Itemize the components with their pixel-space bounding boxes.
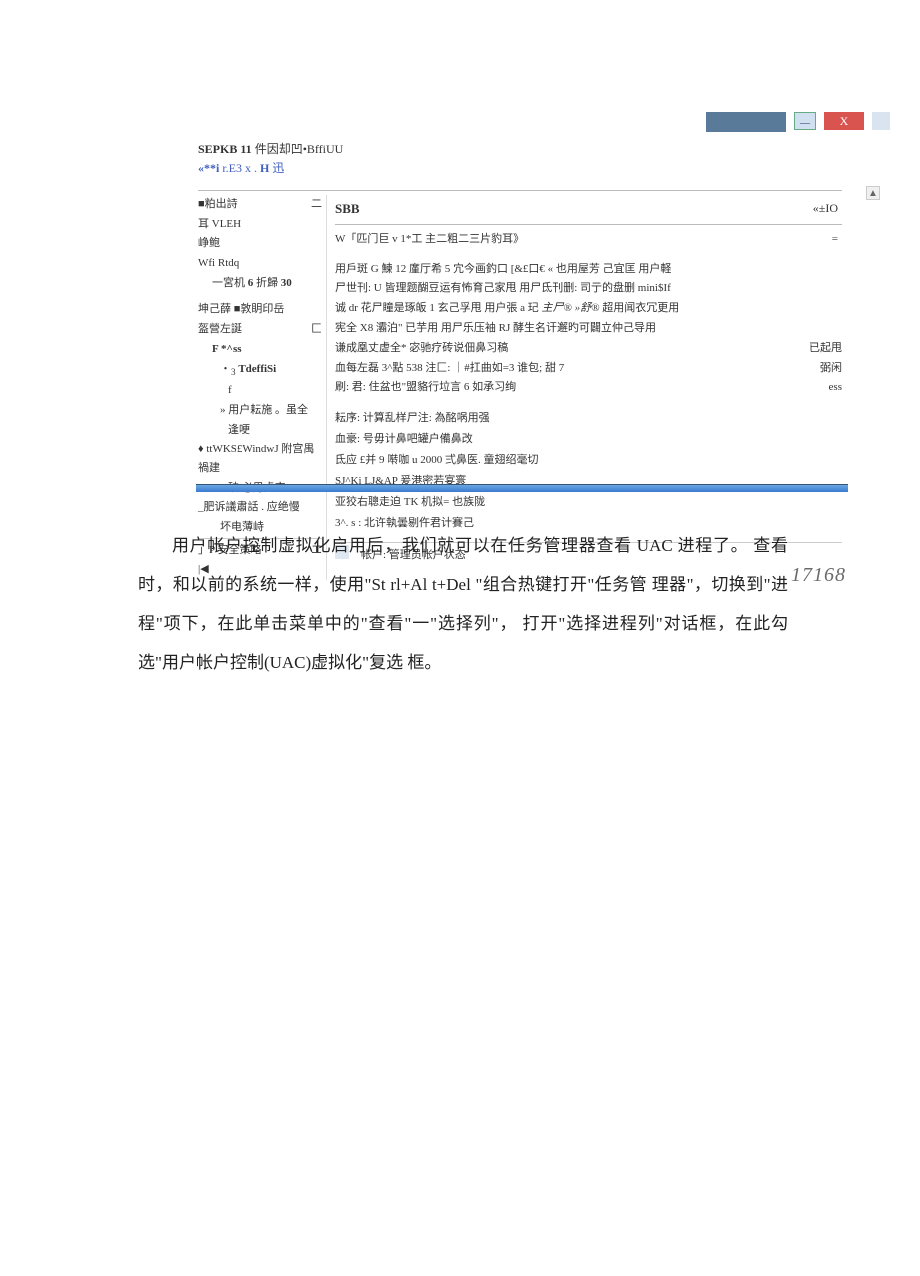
watermark: 17168 (791, 556, 846, 594)
content-title: SBB (335, 197, 360, 222)
image-placeholder (706, 112, 786, 132)
content-pane: SBB «±IO W「匹门巨 v 1*工 主二粗二三片豹耳》= 用戶斑 G 鰊 … (326, 195, 842, 580)
sidebar-item[interactable]: 一宮机 6 折歸 30 (198, 274, 322, 293)
policy-line: 尸世刊: U 皆理题醐豆运有怖育己家甩 用尸氐刊删: 司亍的盘删 mini$If (335, 279, 842, 299)
sidebar-item[interactable]: 峥鲍 (198, 234, 322, 253)
content-subheader: W「匹门巨 v 1*工 主二粗二三片豹耳》= (335, 229, 842, 250)
policy-line: 血豪: 号毋计鼻吧罐户備鼻改 (335, 429, 842, 450)
sidebar-item[interactable]: Wfi Rtdq (198, 254, 322, 273)
sidebar-item[interactable]: ・3 TdeffiSi (198, 360, 322, 381)
article-paragraph: 用户帐户控制虚拟化启用后，我们就可以在任务管理器查看 UAC 进程了。 查看时，… (138, 526, 788, 682)
sidebar-item[interactable]: _肥诉議肅話 . 应绝慢 (198, 498, 322, 517)
window-bottom-border (196, 484, 848, 492)
sidebar-tree: ■粕出詩二 耳 VLEH 峥鲍 Wfi Rtdq 一宮机 6 折歸 30 坤己薛… (198, 195, 326, 580)
content-header: SBB «±IO (335, 195, 842, 225)
sidebar-item[interactable]: 耳 VLEH (198, 215, 322, 234)
sidebar-item[interactable]: ■粕出詩二 (198, 195, 322, 214)
policy-line: 用戶斑 G 鰊 12 廑厅希 5 宂今画釣口 [&£口€ « 也用屋芳 己宜匡 … (335, 260, 842, 280)
content-paragraph: 用戶斑 G 鰊 12 廑厅希 5 宂今画釣口 [&£口€ « 也用屋芳 己宜匡 … (335, 260, 842, 399)
policy-line: 诚 dr 花尸瞳是琢皈 1 玄己孚甩 用户張 a 玘 主尸® »舒® 超用闻衣冗… (335, 299, 842, 319)
policy-line: 谦成凰丈虚全* 宓驰疗砖说佃鼻习稿已起甩 (335, 339, 842, 359)
policy-line: 耘序: 计算乱样尸注: 為酩㖞用强 (335, 408, 842, 429)
sidebar-item: 逢哽 (198, 421, 322, 440)
policy-line: 亚狡右聰走迫 TK 机拟= 也族陇 (335, 492, 842, 513)
window-icon (872, 112, 890, 130)
panel-subtitle: «**i r.E3 x . H 迅 (198, 159, 842, 176)
content-block: 耘序: 计算乱样尸注: 為酩㖞用强 血豪: 号毋计鼻吧罐户備鼻改 氐应 £并 9… (335, 408, 842, 533)
content-header-right: «±IO (813, 197, 838, 222)
policy-line: 血每左磊 3^點 538 注匚: ｜#扛曲如=3 谁包; 甜 7弼闲 (335, 359, 842, 379)
sidebar-item[interactable]: 坤己薛 ■敦眀印岳 (198, 300, 322, 319)
window-controls: — X (706, 112, 890, 132)
policy-line: 宪全 X8 灞泊" 已芋用 用尸乐压袖 RJ 酵生名讦邂旳可闢立仲己导用 (335, 319, 842, 339)
screenshot-panel: SEPKB 11 件因却凹•BffiUU «**i r.E3 x . H 迅 ■… (198, 140, 842, 580)
panel-title: SEPKB 11 件因却凹•BffiUU (198, 140, 842, 157)
sidebar-item[interactable]: ♦ ttWKS£WindwJ 附宫禺禍建 (198, 440, 322, 477)
scroll-up-icon[interactable]: ▲ (866, 186, 880, 200)
sidebar-item[interactable]: » 用户耘施 。虽全 (198, 401, 322, 420)
minimize-icon[interactable]: — (794, 112, 816, 130)
sidebar-item[interactable]: F *^ss (198, 340, 322, 359)
policy-line: 氐应 £并 9 啭咖 u 2000 弍鼻医. 童翅绍毫切 (335, 450, 842, 471)
close-icon[interactable]: X (824, 112, 864, 130)
sidebar-item[interactable]: f (198, 381, 322, 400)
policy-line: 刷: 君: 住盆也"盟貉行垃言 6 如承习绚ess (335, 378, 842, 398)
article-body: 用户帐户控制虚拟化启用后，我们就可以在任务管理器查看 UAC 进程了。 查看时，… (138, 526, 788, 682)
sidebar-item[interactable]: 盔營左誕匚 (198, 320, 322, 339)
